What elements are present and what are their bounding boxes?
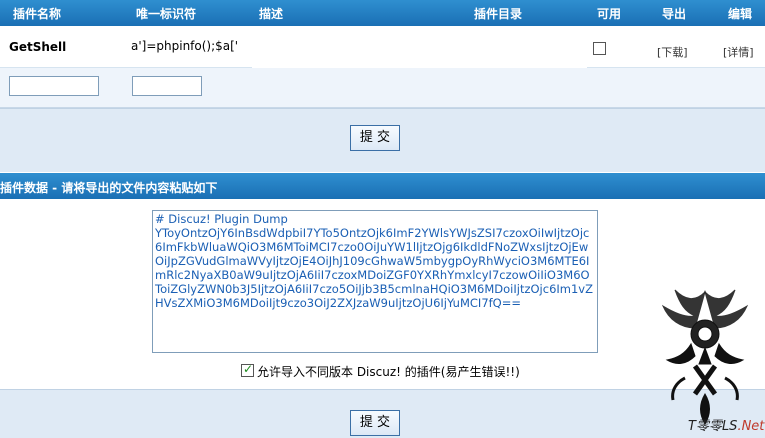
edit-details-link[interactable]: [详情]	[723, 44, 754, 60]
dragon-watermark-icon	[661, 289, 749, 425]
import-pane: # Discuz! Plugin Dump YToyOntzOjY6InBsdW…	[0, 199, 765, 389]
submit-bar-top: 提 交	[0, 108, 765, 172]
submit-button-bottom[interactable]: 提 交	[350, 410, 400, 436]
col-name: 插件名称	[13, 7, 62, 21]
plugin-data-textarea[interactable]: # Discuz! Plugin Dump YToyOntzOjY6InBsdW…	[152, 210, 598, 353]
submit-bar-bottom: 提 交	[0, 389, 765, 438]
allow-different-version-label: 允许导入不同版本 Discuz! 的插件(易产生错误!!)	[257, 365, 520, 379]
submit-button-top[interactable]: 提 交	[350, 125, 400, 151]
plugin-description-cell	[252, 35, 587, 68]
col-export: 导出	[662, 7, 687, 21]
plugin-table-header: 插件名称 唯一标识符 描述 插件目录 可用 导出 编辑	[0, 0, 765, 26]
col-identifier: 唯一标识符	[136, 7, 197, 21]
col-edit: 编辑	[728, 7, 753, 21]
new-plugin-identifier-input[interactable]	[132, 76, 202, 96]
watermark-suffix: .Net	[737, 419, 765, 434]
import-section-title: 插件数据 - 请将导出的文件内容粘贴如下	[0, 181, 218, 195]
col-description: 描述	[259, 7, 284, 21]
col-directory: 插件目录	[474, 7, 523, 21]
import-section-header: 插件数据 - 请将导出的文件内容粘贴如下	[0, 173, 765, 199]
plugin-name: GetShell	[9, 40, 67, 54]
plugin-data-text: # Discuz! Plugin Dump YToyOntzOjY6InBsdW…	[155, 212, 593, 310]
available-checkbox[interactable]	[593, 42, 606, 55]
watermark-text: T零零LS.Net	[688, 415, 764, 434]
allow-different-version-checkbox[interactable]	[241, 362, 254, 377]
plugin-identifier: a']=phpinfo();$a['	[128, 35, 248, 59]
col-available: 可用	[597, 7, 622, 21]
watermark-brand: T零零LS	[688, 419, 738, 434]
export-download-link[interactable]: [下载]	[657, 44, 688, 60]
new-plugin-name-input[interactable]	[9, 76, 99, 96]
new-plugin-row	[0, 68, 765, 108]
